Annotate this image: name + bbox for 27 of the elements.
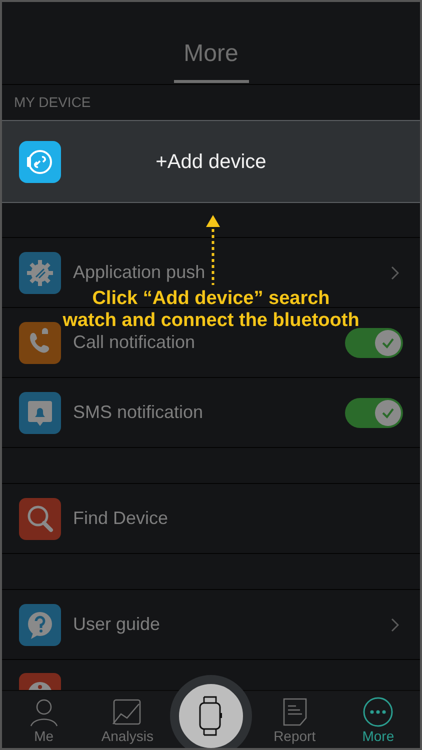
watch-icon: [198, 696, 224, 736]
toggle-switch[interactable]: [345, 328, 403, 358]
nav-tab[interactable]: Report: [252, 691, 336, 748]
bell-icon: [19, 392, 61, 434]
nav-tab[interactable]: Analysis: [86, 691, 170, 748]
screen-title: More: [184, 42, 238, 66]
annotation-arrow: [205, 215, 221, 285]
more-dots-icon: [362, 696, 394, 728]
phone-icon: [19, 322, 61, 364]
section-label: MY DEVICE: [14, 93, 91, 112]
search-icon: [19, 498, 61, 540]
check-icon: [381, 406, 395, 418]
tutorial-caption: Click “Add device” search watch and connect the bluetooth: [62, 288, 360, 332]
toggle-switch[interactable]: [345, 398, 403, 428]
row-label: Call notification: [73, 331, 196, 354]
watch-link-icon: [19, 140, 61, 182]
row-label: Application push: [73, 261, 206, 284]
gear-icon: [19, 252, 61, 294]
check-icon: [381, 336, 395, 348]
help-bubble-icon: [19, 604, 61, 646]
row-label: SMS notification: [73, 401, 204, 424]
row-label: User guide: [73, 613, 162, 636]
nav-tab[interactable]: Me: [2, 691, 86, 748]
row-label: Find Device: [73, 507, 170, 530]
nav-tab[interactable]: More: [336, 691, 420, 748]
info-icon: [19, 673, 61, 690]
add-device-button[interactable]: +Add device: [2, 120, 420, 203]
